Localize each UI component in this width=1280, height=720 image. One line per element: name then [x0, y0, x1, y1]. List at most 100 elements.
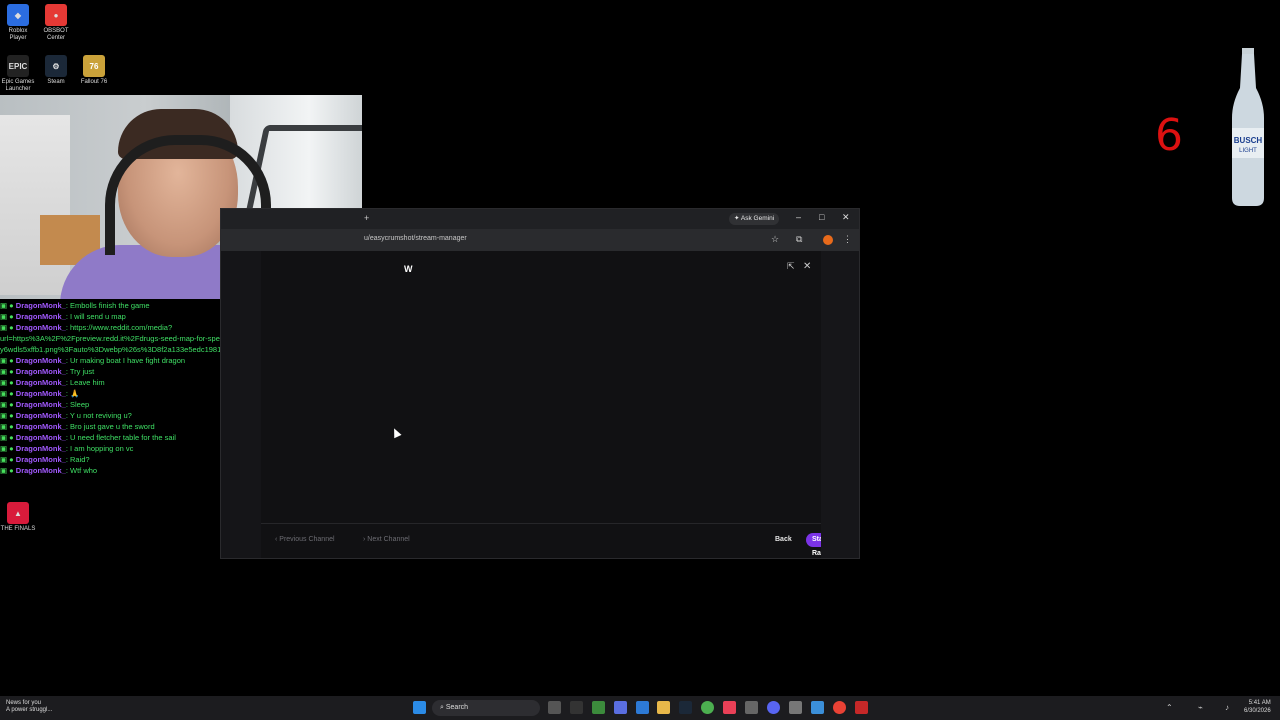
settings-icon[interactable]: [789, 701, 802, 714]
chrome-alt-icon[interactable]: [833, 701, 846, 714]
network-icon[interactable]: ⌁: [1198, 703, 1203, 712]
taskbar-search[interactable]: ⌕ Search: [432, 700, 540, 716]
chat-badge-icon: ▣ ●: [0, 400, 16, 409]
popout-icon[interactable]: ⇱: [787, 261, 795, 272]
thefinals-icon: ▲: [7, 502, 29, 524]
menu-kebab-icon[interactable]: ⋮: [843, 234, 852, 245]
chat-username: DragonMonk_: [15, 389, 66, 398]
modal-divider: [261, 523, 821, 524]
previous-channel-button[interactable]: ‹ Previous Channel: [275, 533, 335, 547]
chat-username: DragonMonk_: [15, 323, 66, 332]
store-icon[interactable]: [636, 701, 649, 714]
modal-header: W: [404, 264, 413, 274]
epic-icon: EPIC: [7, 55, 29, 77]
close-icon[interactable]: ✕: [803, 261, 811, 272]
ask-gemini-button[interactable]: ✦ Ask Gemini: [729, 213, 780, 225]
desktop-icon-label: Fallout 76: [80, 79, 108, 85]
stream-manager-sidebar: [221, 251, 261, 558]
bottle-brand-text: BUSCH: [1234, 136, 1263, 145]
maximize-button[interactable]: □: [819, 212, 824, 222]
desktop-icon-label: Epic Games Launcher: [1, 79, 35, 92]
raid-modal: W ⇱ ✕ ‹ Previous Channel › Next Channel …: [261, 251, 834, 558]
chevron-up-icon[interactable]: ⌃: [1166, 703, 1173, 712]
notepad-icon[interactable]: [811, 701, 824, 714]
side-panel: [821, 251, 859, 558]
url-text[interactable]: u/easycrumshot/stream-manager: [364, 235, 467, 242]
chat-badge-icon: ▣ ●: [0, 433, 16, 442]
file-explorer-icon[interactable]: [657, 701, 670, 714]
browser-window: + ✦ Ask Gemini – □ ✕ u/easycrumshot/stre…: [220, 208, 860, 559]
close-window-button[interactable]: ✕: [842, 212, 850, 223]
chat-message-text: Try just: [69, 367, 95, 376]
chat-badge-icon: ▣ ●: [0, 356, 16, 365]
system-clock[interactable]: 5:41 AM 6/30/2026: [1244, 699, 1271, 715]
tools-icon[interactable]: [745, 701, 758, 714]
extension-avatar-icon[interactable]: [823, 235, 833, 245]
desktop-icon-thefinals[interactable]: ▲ THE FINALS: [0, 502, 36, 533]
copilot-icon[interactable]: [614, 701, 627, 714]
chat-message-text: Raid?: [69, 455, 90, 464]
volume-icon[interactable]: ♪: [1225, 703, 1229, 712]
desktop-icon-epic[interactable]: EPIC Epic Games Launcher: [0, 55, 36, 93]
beer-bottle-image: BUSCH LIGHT: [1232, 48, 1264, 206]
title-bar: + ✦ Ask Gemini – □ ✕: [221, 209, 859, 229]
chat-message-text: Sleep: [69, 400, 90, 409]
news-widget[interactable]: News for you A power struggl...: [6, 700, 52, 714]
chat-message-text: url=https%3A%2F%2Fpreview.redd.it%2Fdrug…: [0, 334, 252, 343]
address-bar[interactable]: u/easycrumshot/stream-manager ☆ ⧉ ⋮: [221, 229, 859, 251]
chat-badge-icon: ▣ ●: [0, 444, 16, 453]
chat-username: DragonMonk_: [15, 455, 66, 464]
app-active-icon[interactable]: [855, 701, 868, 714]
counter-overlay: 6: [1155, 110, 1183, 161]
chat-message-text: https://www.reddit.com/media?: [69, 323, 173, 332]
chat-badge-icon: ▣ ●: [0, 422, 16, 431]
chat-message-text: Embolls finish the game: [69, 301, 150, 310]
chat-message-text: Ur making boat I have fight dragon: [69, 356, 186, 365]
extensions-icon[interactable]: ⧉: [796, 234, 802, 245]
chat-message-text: 🙏: [69, 389, 80, 398]
star-icon[interactable]: ☆: [771, 234, 779, 245]
chat-username: DragonMonk_: [15, 312, 66, 321]
back-button[interactable]: Back: [769, 533, 798, 547]
desktop-icon-roblox[interactable]: ◆ Roblox Player: [0, 4, 36, 42]
chat-username: DragonMonk_: [15, 400, 66, 409]
chat-badge-icon: ▣ ●: [0, 466, 16, 475]
desktop-icon-fallout[interactable]: 76 Fallout 76: [76, 55, 112, 86]
roblox-icon: ◆: [7, 4, 29, 26]
desktop-icon-label: Steam: [47, 79, 65, 85]
obsbot-icon: ●: [45, 4, 67, 26]
desktop-icon-label: THE FINALS: [0, 526, 36, 532]
chat-badge-icon: ▣ ●: [0, 378, 16, 387]
chat-username: DragonMonk_: [15, 378, 66, 387]
desktop-icon-obsbot[interactable]: ● OBSBOT Center: [38, 4, 74, 42]
chat-username: DragonMonk_: [15, 444, 66, 453]
terminal-icon[interactable]: [570, 701, 583, 714]
next-channel-button[interactable]: › Next Channel: [363, 533, 410, 547]
steam-taskbar-icon[interactable]: [679, 701, 692, 714]
chat-username: DragonMonk_: [15, 301, 66, 310]
page-content: W ⇱ ✕ ‹ Previous Channel › Next Channel …: [221, 251, 859, 558]
chat-message-text: Leave him: [69, 378, 105, 387]
chat-username: DragonMonk_: [15, 367, 66, 376]
task-view-icon[interactable]: [548, 701, 561, 714]
bottle-sub-text: LIGHT: [1239, 148, 1257, 154]
new-tab-icon[interactable]: +: [364, 213, 369, 223]
fallout-icon: 76: [83, 55, 105, 77]
chat-badge-icon: ▣ ●: [0, 389, 16, 398]
minecraft-icon[interactable]: [592, 701, 605, 714]
chrome-icon[interactable]: [701, 701, 714, 714]
chat-username: DragonMonk_: [15, 433, 66, 442]
music-icon[interactable]: [723, 701, 736, 714]
chat-badge-icon: ▣ ●: [0, 312, 16, 321]
discord-icon[interactable]: [767, 701, 780, 714]
windows-start-icon[interactable]: [413, 701, 426, 714]
chat-message-text: I will send u map: [69, 312, 126, 321]
chat-badge-icon: ▣ ●: [0, 323, 16, 332]
chat-username: DragonMonk_: [15, 411, 66, 420]
chat-badge-icon: ▣ ●: [0, 455, 16, 464]
chat-username: DragonMonk_: [15, 356, 66, 365]
desktop-icon-label: Roblox Player: [8, 28, 28, 41]
minimize-button[interactable]: –: [796, 212, 801, 222]
desktop-icon-steam[interactable]: ⚙ Steam: [38, 55, 74, 86]
desktop-icon-label: OBSBOT Center: [43, 28, 69, 41]
